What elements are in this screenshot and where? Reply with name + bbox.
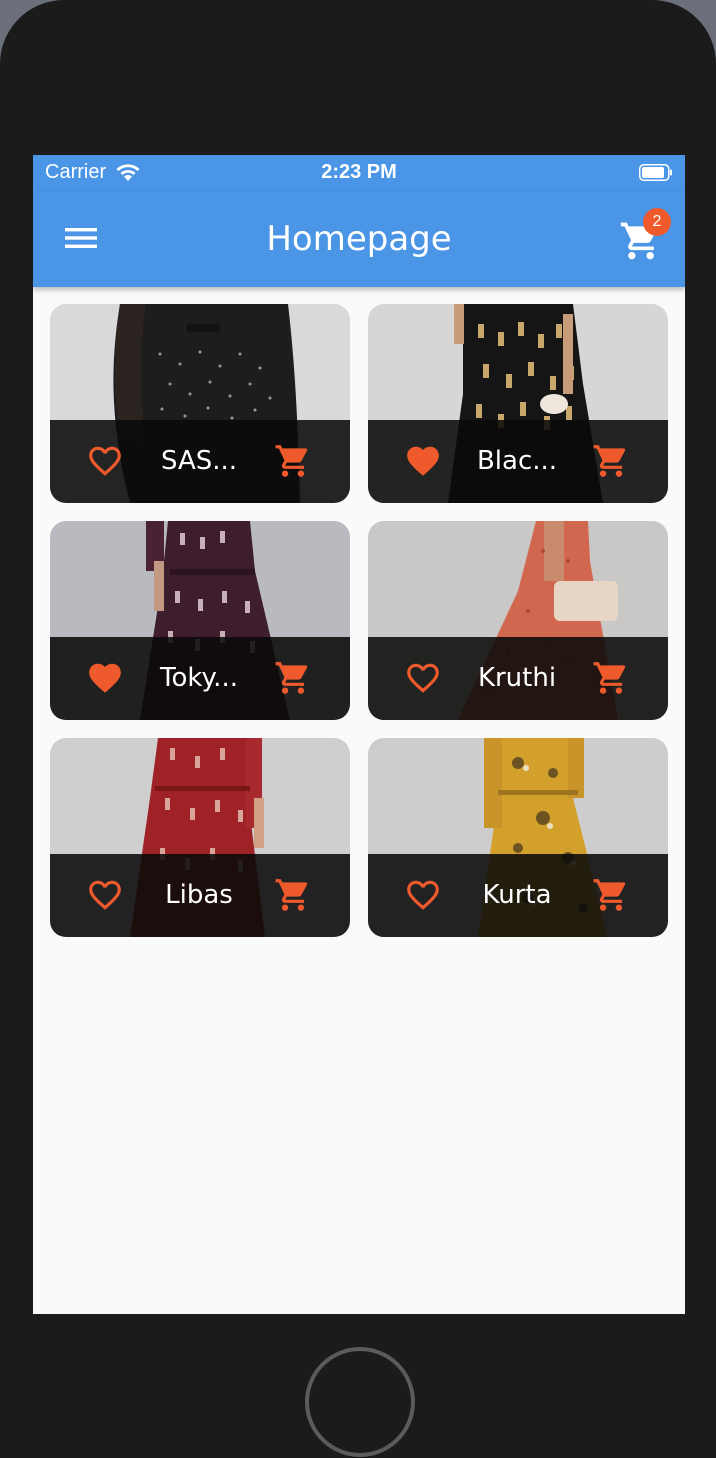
product-card[interactable]: Blac... <box>368 304 668 503</box>
card-footer: Kruthi <box>368 637 668 720</box>
heart-outline-icon <box>89 446 121 476</box>
heart-outline-icon <box>407 663 439 693</box>
favorite-button[interactable] <box>86 659 124 697</box>
heart-outline-icon <box>89 880 121 910</box>
product-name: Kurta <box>482 880 552 910</box>
card-footer: Kurta <box>368 854 668 937</box>
app-screen: Carrier 2:23 PM Homepage 2 SAS... Blac..… <box>33 155 685 1314</box>
product-name: SAS... <box>160 446 238 476</box>
add-to-cart-button[interactable] <box>274 442 312 480</box>
favorite-button[interactable] <box>86 442 124 480</box>
shopping-cart-icon <box>593 662 626 694</box>
shopping-cart-icon <box>593 879 626 911</box>
add-to-cart-button[interactable] <box>274 876 312 914</box>
heart-outline-icon <box>407 880 439 910</box>
status-bar: Carrier 2:23 PM <box>33 155 685 191</box>
heart-filled-icon <box>89 663 121 693</box>
product-name: Blac... <box>476 446 558 476</box>
favorite-button[interactable] <box>404 876 442 914</box>
product-card[interactable]: SAS... <box>50 304 350 503</box>
status-time: 2:23 PM <box>321 161 397 183</box>
card-footer: Libas <box>50 854 350 937</box>
cart-count-badge: 2 <box>643 208 671 236</box>
favorite-button[interactable] <box>404 659 442 697</box>
shopping-cart-icon <box>275 662 308 694</box>
add-to-cart-button[interactable] <box>592 442 630 480</box>
add-to-cart-button[interactable] <box>592 659 630 697</box>
product-card[interactable]: Kruthi <box>368 521 668 720</box>
product-name: Kruthi <box>477 663 557 693</box>
product-name: Toky... <box>160 663 238 693</box>
home-button[interactable] <box>305 1347 415 1457</box>
heart-filled-icon <box>407 446 439 476</box>
shopping-cart-icon <box>275 445 308 477</box>
product-card[interactable]: Libas <box>50 738 350 937</box>
phone-frame: Carrier 2:23 PM Homepage 2 SAS... Blac..… <box>0 0 716 1458</box>
product-name: Libas <box>165 880 233 910</box>
product-grid: SAS... Blac... Toky... Kruthi Libas Kurt… <box>50 304 668 937</box>
page-title: Homepage <box>266 219 452 259</box>
product-card[interactable]: Toky... <box>50 521 350 720</box>
favorite-button[interactable] <box>86 876 124 914</box>
shopping-cart-icon <box>593 445 626 477</box>
add-to-cart-button[interactable] <box>592 876 630 914</box>
card-footer: SAS... <box>50 420 350 503</box>
favorite-button[interactable] <box>404 442 442 480</box>
add-to-cart-button[interactable] <box>274 659 312 697</box>
app-bar: Homepage 2 <box>33 191 685 287</box>
shopping-cart-icon <box>275 879 308 911</box>
battery-icon <box>639 164 672 181</box>
card-footer: Blac... <box>368 420 668 503</box>
product-card[interactable]: Kurta <box>368 738 668 937</box>
card-footer: Toky... <box>50 637 350 720</box>
